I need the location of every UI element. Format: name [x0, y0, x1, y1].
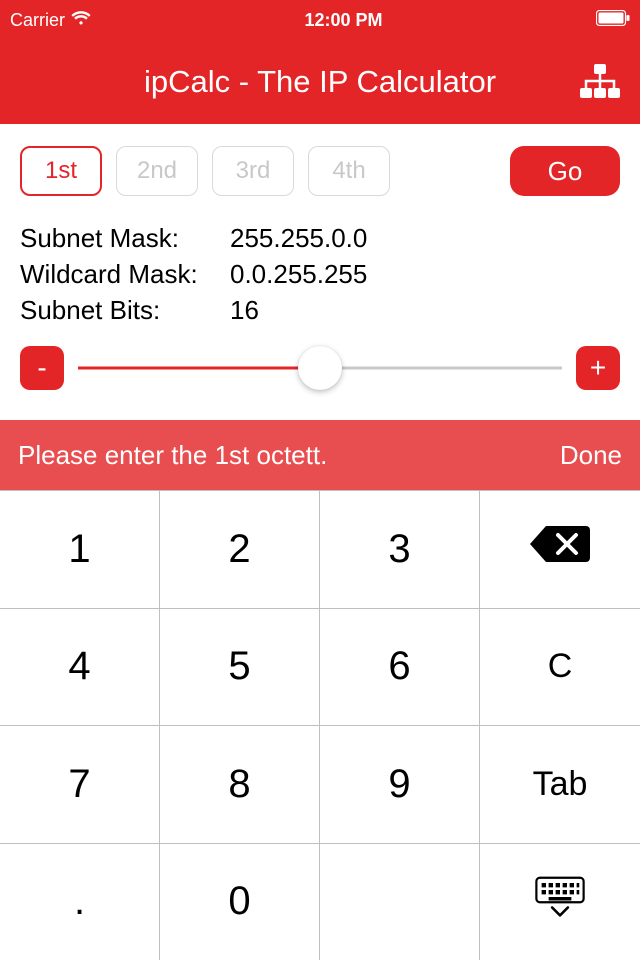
subnet-mask-value: 255.255.0.0 [230, 220, 367, 256]
key-0[interactable]: 0 [160, 843, 320, 960]
key-2[interactable]: 2 [160, 490, 320, 608]
wifi-icon [71, 10, 91, 31]
status-right [596, 10, 630, 31]
content-area: 1st 2nd 3rd 4th Go Subnet Mask: 255.255.… [0, 124, 640, 390]
key-backspace[interactable] [480, 490, 640, 608]
network-icon[interactable] [578, 62, 622, 107]
key-dot[interactable]: . [0, 843, 160, 960]
wildcard-mask-value: 0.0.255.255 [230, 256, 367, 292]
status-bar: Carrier 12:00 PM [0, 0, 640, 40]
slider-empty [320, 367, 562, 370]
status-time: 12:00 PM [304, 10, 382, 31]
subnet-mask-label: Subnet Mask: [20, 220, 230, 256]
slider-thumb[interactable] [298, 346, 342, 390]
go-button[interactable]: Go [510, 146, 620, 196]
wildcard-mask-label: Wildcard Mask: [20, 256, 230, 292]
input-toast: Please enter the 1st octett. Done [0, 420, 640, 490]
subnet-bits-value: 16 [230, 292, 259, 328]
key-clear[interactable]: C [480, 608, 640, 726]
key-9[interactable]: 9 [320, 725, 480, 843]
status-left: Carrier [10, 10, 91, 31]
octet-row: 1st 2nd 3rd 4th Go [20, 146, 620, 196]
key-4[interactable]: 4 [0, 608, 160, 726]
octet-3-button[interactable]: 3rd [212, 146, 294, 196]
octet-2-button[interactable]: 2nd [116, 146, 198, 196]
key-6[interactable]: 6 [320, 608, 480, 726]
keypad: 1 2 3 4 5 6 C 7 8 9 Tab . 0 [0, 490, 640, 960]
battery-icon [596, 10, 630, 31]
keyboard-dismiss-icon [531, 876, 589, 928]
subnet-bits-row: Subnet Bits: 16 [20, 292, 620, 328]
backspace-icon [528, 523, 592, 575]
key-dismiss-keyboard[interactable] [480, 843, 640, 960]
subnet-bits-label: Subnet Bits: [20, 292, 230, 328]
toast-message: Please enter the 1st octett. [18, 440, 327, 471]
slider-row: - + [20, 346, 620, 390]
nav-bar: ipCalc - The IP Calculator [0, 40, 640, 124]
key-3[interactable]: 3 [320, 490, 480, 608]
key-1[interactable]: 1 [0, 490, 160, 608]
subnet-bits-slider[interactable] [78, 346, 562, 390]
key-blank [320, 843, 480, 960]
key-7[interactable]: 7 [0, 725, 160, 843]
app-title: ipCalc - The IP Calculator [144, 64, 496, 100]
wildcard-mask-row: Wildcard Mask: 0.0.255.255 [20, 256, 620, 292]
octet-4-button[interactable]: 4th [308, 146, 390, 196]
carrier-label: Carrier [10, 10, 65, 31]
key-tab[interactable]: Tab [480, 725, 640, 843]
octet-1-button[interactable]: 1st [20, 146, 102, 196]
done-button[interactable]: Done [560, 440, 622, 471]
subnet-mask-row: Subnet Mask: 255.255.0.0 [20, 220, 620, 256]
key-5[interactable]: 5 [160, 608, 320, 726]
key-8[interactable]: 8 [160, 725, 320, 843]
slider-fill [78, 367, 320, 370]
increment-button[interactable]: + [576, 346, 620, 390]
decrement-button[interactable]: - [20, 346, 64, 390]
